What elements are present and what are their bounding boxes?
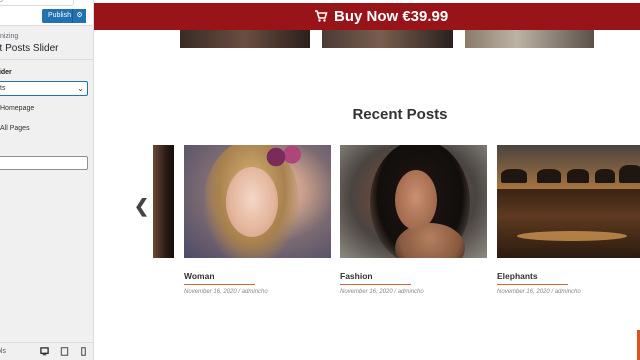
elephant-silhouette (567, 169, 589, 183)
option-homepage[interactable]: Homepage (0, 105, 34, 112)
elephant-silhouette (595, 169, 615, 183)
control-label: lider (0, 69, 12, 76)
post-thumbnail[interactable] (465, 30, 594, 48)
post-meta: November 16, 2020 / admincho (497, 289, 581, 295)
image-detail (226, 167, 278, 237)
desktop-icon[interactable] (40, 347, 49, 356)
post-title-link[interactable]: Woman (184, 271, 215, 281)
text-field[interactable] (0, 156, 88, 170)
gear-icon: ⚙ (76, 12, 83, 19)
title-underline (340, 284, 411, 285)
publish-settings-button[interactable]: ⚙ (72, 9, 86, 23)
mobile-icon[interactable] (79, 347, 88, 356)
post-thumbnail[interactable] (322, 30, 453, 48)
chevron-down-icon: ⌄ (77, 84, 84, 93)
option-all-pages[interactable]: All Pages (0, 125, 30, 132)
section-heading: Recent Posts (352, 106, 448, 123)
slide-thumbnail-woman[interactable] (184, 145, 331, 258)
hide-controls-button[interactable]: ols (0, 348, 6, 355)
post-title-link[interactable]: Elephants (497, 271, 538, 281)
sidebar-footer: ols (0, 342, 93, 360)
image-detail (264, 145, 304, 169)
slide-thumbnail-partial[interactable] (153, 145, 174, 258)
image-detail (395, 170, 437, 230)
buy-now-label: Buy Now €39.99 (334, 8, 449, 25)
customizer-screen: o Publish ⚙ nizing nt Posts Slider lider… (0, 0, 640, 360)
image-detail (497, 189, 640, 258)
post-meta: November 16, 2020 / admincho (184, 289, 268, 295)
elephant-silhouette (501, 169, 527, 183)
slide-thumbnail-elephants[interactable] (497, 145, 640, 258)
slider-prev-button[interactable]: ❮ (134, 196, 149, 216)
chevron-left-icon: ❮ (134, 196, 150, 216)
title-underline (184, 284, 255, 285)
post-thumbnail[interactable] (180, 30, 310, 48)
breadcrumb: nizing (0, 33, 19, 40)
image-detail (517, 231, 627, 241)
post-meta: November 16, 2020 / admincho (340, 289, 424, 295)
select-value: ts (0, 85, 6, 92)
sidebar-header: o Publish ⚙ (0, 0, 93, 26)
buy-now-banner[interactable]: Buy Now €39.99 (94, 3, 640, 30)
slide-thumbnail-fashion[interactable] (340, 145, 487, 258)
cart-icon (315, 10, 328, 22)
panel-title: nt Posts Slider (0, 43, 59, 54)
post-title-link[interactable]: Fashion (340, 271, 373, 281)
title-underline (497, 284, 568, 285)
customizer-sidebar: o Publish ⚙ nizing nt Posts Slider lider… (0, 0, 94, 360)
posts-source-select[interactable]: ts ⌄ (0, 81, 88, 96)
close-customizer-button[interactable]: o (0, 0, 74, 6)
divider (0, 59, 93, 60)
tablet-icon[interactable] (60, 347, 69, 356)
elephant-silhouette (537, 169, 561, 183)
elephant-silhouette (619, 165, 640, 183)
